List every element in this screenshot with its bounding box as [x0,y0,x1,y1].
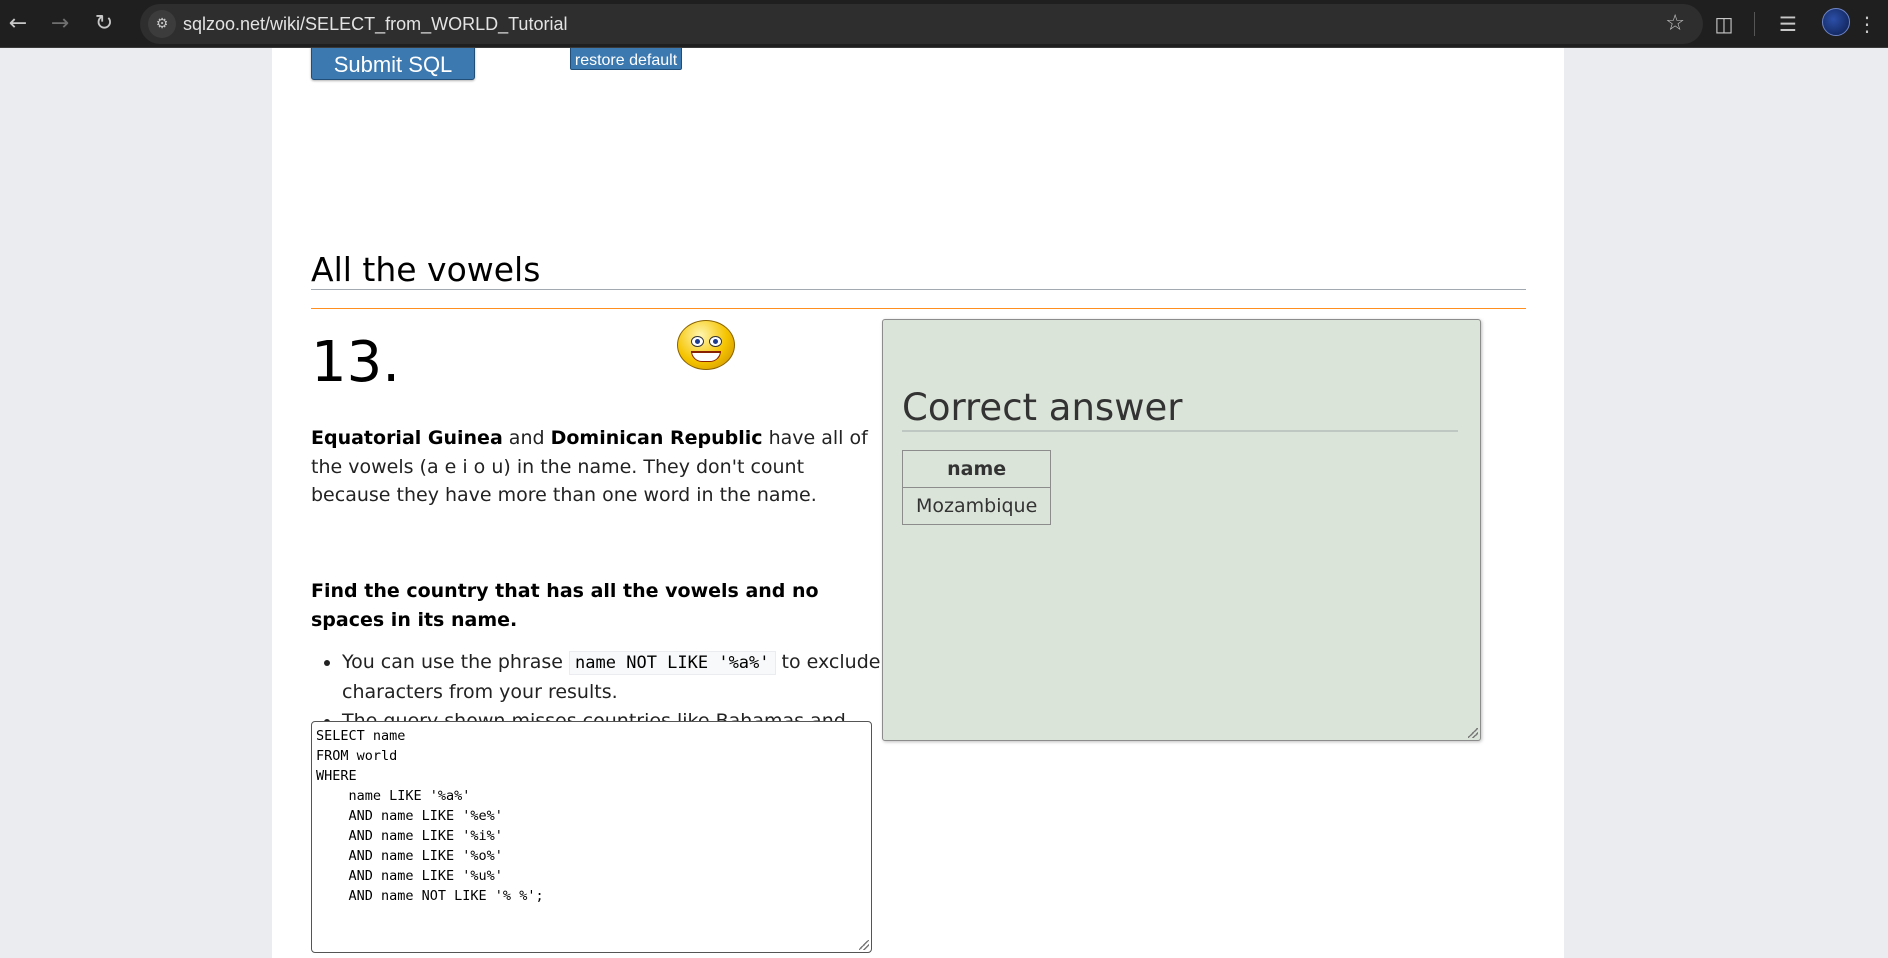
country-dominican-republic: Dominican Republic [550,427,763,449]
hint-code: name NOT LIKE '%a%' [569,651,776,675]
table-row: Mozambique [901,487,1052,525]
site-info-icon[interactable]: ⚙ [148,10,176,38]
question-number: 13. [311,330,401,395]
profile-avatar[interactable] [1822,8,1850,36]
page-content: Submit SQL restore default All the vowel… [272,48,1564,958]
media-control-icon[interactable]: ☰ [1770,6,1806,42]
menu-kebab-icon[interactable]: ⋮ [1852,6,1882,42]
sql-query-text[interactable]: SELECT name FROM world WHERE name LIKE '… [316,726,867,906]
answer-table: name Mozambique [901,450,1052,525]
section-heading: All the vowels [311,250,541,289]
resize-handle-icon[interactable] [859,940,869,950]
smiley-face-icon [677,320,735,370]
answer-title: Correct answer [902,386,1183,429]
heading-divider [311,289,1526,290]
intro-and: and [502,427,551,449]
table-header-row: name [901,450,1052,488]
extensions-icon[interactable]: ◫ [1706,6,1742,42]
submit-sql-button[interactable]: Submit SQL [311,48,475,80]
bookmark-star-icon[interactable]: ☆ [1665,4,1685,44]
question-divider [311,308,1526,309]
answer-divider [902,430,1458,432]
reload-icon[interactable]: ↻ [86,6,122,42]
address-bar[interactable]: ⚙ sqlzoo.net/wiki/SELECT_from_WORLD_Tuto… [140,4,1703,44]
question-task: Find the country that has all the vowels… [311,580,819,631]
question-intro: Equatorial Guinea and Dominican Republic… [311,424,869,510]
url-text[interactable]: sqlzoo.net/wiki/SELECT_from_WORLD_Tutori… [183,4,567,44]
column-header-name: name [901,450,1052,488]
smiley-mouth [691,351,721,362]
smiley-right-eye [709,336,722,347]
country-equatorial-guinea: Equatorial Guinea [311,427,503,449]
sql-editor[interactable]: SELECT name FROM world WHERE name LIKE '… [311,721,872,953]
hint-item: You can use the phrase name NOT LIKE '%a… [342,648,886,707]
forward-icon[interactable]: → [42,6,78,42]
hint-text-before: You can use the phrase [342,651,570,673]
toolbar-divider [1754,12,1755,36]
resize-handle-icon[interactable] [1468,728,1478,738]
smiley-left-eye [691,336,704,347]
table-cell: Mozambique [901,487,1052,525]
answer-panel: Correct answer name Mozambique [882,319,1481,741]
back-icon[interactable]: ← [0,6,36,42]
browser-toolbar: ← → ↻ ⚙ sqlzoo.net/wiki/SELECT_from_WORL… [0,0,1888,48]
restore-default-button[interactable]: restore default [570,48,682,70]
